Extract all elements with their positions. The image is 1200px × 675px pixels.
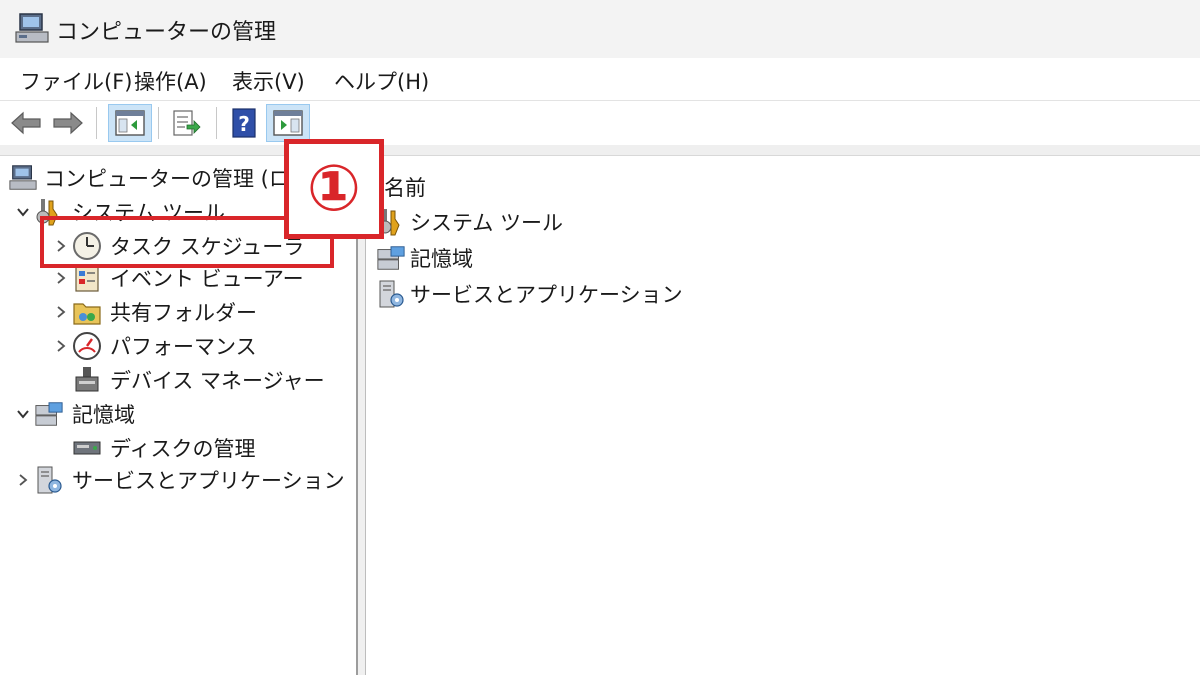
title-bar: コンピューターの管理 [0,0,1200,58]
show-hide-tree-button[interactable] [108,104,152,142]
forward-arrow-icon [53,111,83,135]
menu-help[interactable]: ヘルプ(H) [334,66,429,96]
back-arrow-icon [11,111,41,135]
tree-item-disk-management[interactable]: ディスクの管理 [72,432,256,464]
computer-management-icon [8,163,38,193]
list-item-label: 記憶域 [410,247,473,271]
tree-item-label: デバイス マネージャー [110,369,325,393]
chevron-right-icon[interactable] [50,335,72,357]
services-icon [34,465,64,495]
menu-action[interactable]: 操作(A) [134,66,207,96]
chevron-right-icon[interactable] [50,301,72,323]
tree-item-performance[interactable]: パフォーマンス [50,330,257,362]
tree-item-services-apps[interactable]: サービスとアプリケーション [12,464,345,496]
tree-item-label: 共有フォルダー [110,301,257,325]
toolbar-separator [96,107,97,139]
services-icon [376,279,406,309]
menu-view[interactable]: 表示(V) [232,66,305,96]
tree-item-label: ディスクの管理 [110,437,256,461]
chevron-down-icon[interactable] [12,201,34,223]
back-button[interactable] [8,105,44,141]
chevron-down-icon[interactable] [12,403,34,425]
list-item-services-apps[interactable]: サービスとアプリケーション [376,278,683,310]
list-item-label: サービスとアプリケーション [410,283,683,307]
computer-management-icon [15,13,49,43]
help-button[interactable]: ? [226,105,262,141]
chevron-right-icon[interactable] [12,469,34,491]
show-hide-action-pane-button[interactable] [266,104,310,142]
column-header-name[interactable]: 名前 [384,172,426,202]
list-item-system-tools[interactable]: システム ツール [376,206,563,238]
show-hide-action-pane-icon [273,110,303,136]
device-manager-icon [72,365,102,395]
tree-item-label: パフォーマンス [110,335,257,359]
show-hide-tree-icon [115,110,145,136]
shared-folder-icon [72,297,102,327]
export-list-button[interactable] [166,105,206,141]
chevron-right-icon[interactable] [50,267,72,289]
details-pane: 名前 システム ツール 記憶域 サービスとアプリケーション [366,156,1200,675]
list-item-label: システム ツール [410,211,564,235]
menu-bar: ファイル(F) 操作(A) 表示(V) ヘルプ(H) [0,58,1200,101]
list-item-storage[interactable]: 記憶域 [376,242,473,274]
menu-file[interactable]: ファイル(F) [20,66,132,96]
tree-item-device-manager[interactable]: デバイス マネージャー [72,364,325,396]
toolbar-separator [216,107,217,139]
pane-header-strip [0,145,1200,156]
performance-gauge-icon [72,331,102,361]
help-icon: ? [232,108,256,138]
disk-management-icon [72,433,102,463]
tree-item-shared-folders[interactable]: 共有フォルダー [50,296,257,328]
step-number: ① [306,152,362,226]
window-title: コンピューターの管理 [56,20,277,45]
svg-text:?: ? [238,112,250,136]
step-number-badge: ① [284,139,384,239]
export-list-icon [173,110,201,136]
tree-item-label: 記憶域 [72,403,135,427]
toolbar: ? [0,101,1200,146]
toolbar-separator [158,107,159,139]
tree-item-storage[interactable]: 記憶域 [12,398,135,430]
storage-icon [376,243,406,273]
forward-button[interactable] [50,105,86,141]
storage-icon [34,399,64,429]
tree-item-label: サービスとアプリケーション [72,469,345,493]
